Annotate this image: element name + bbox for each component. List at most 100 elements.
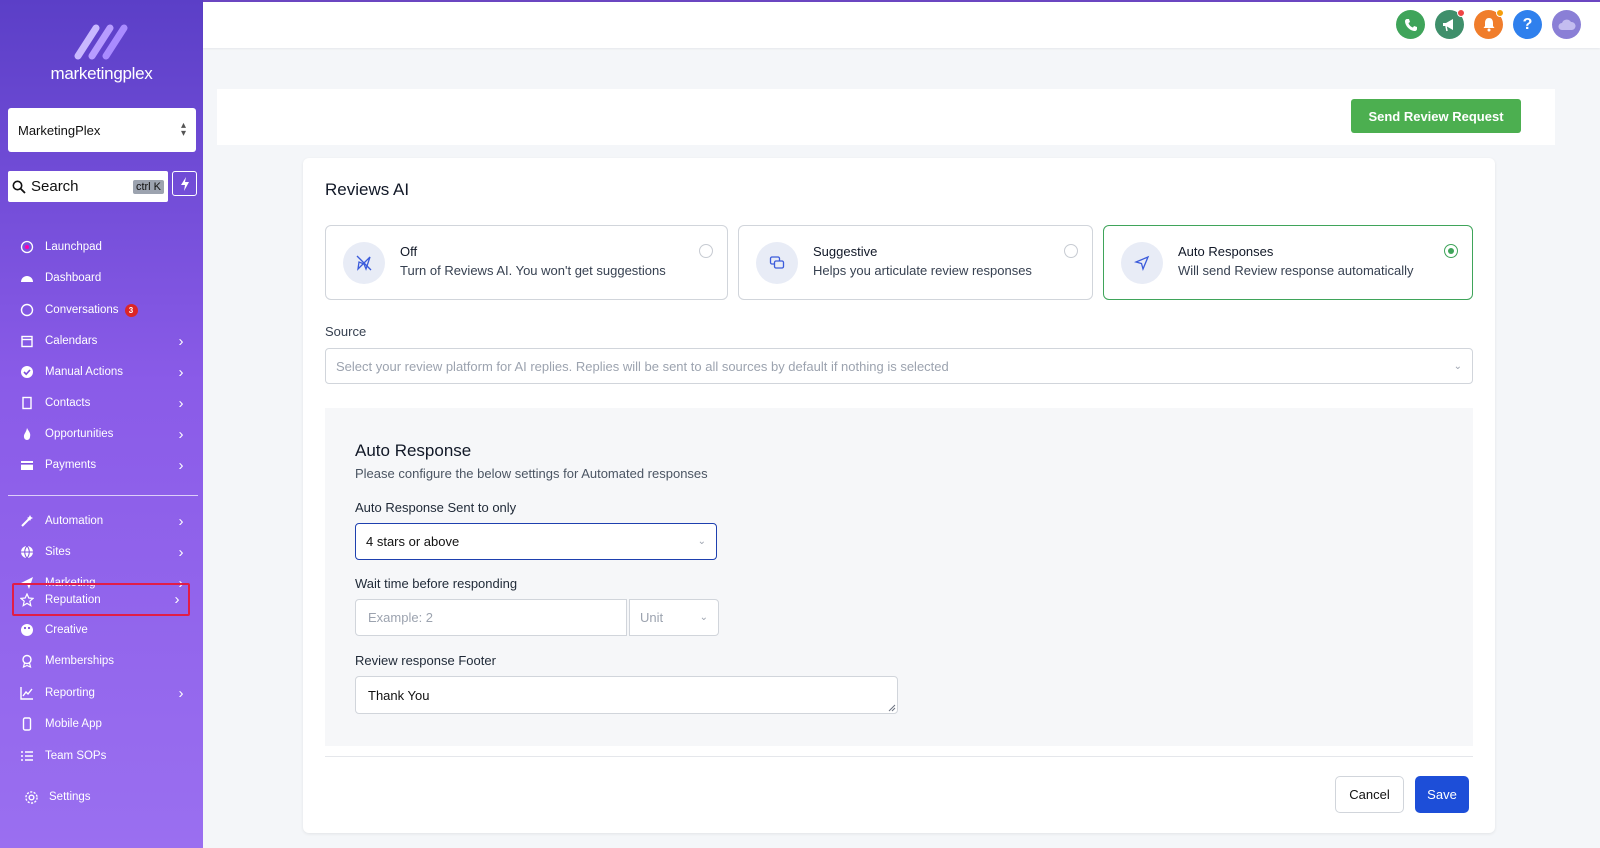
sidebar-item-automation[interactable]: Automation › — [14, 506, 192, 536]
phone-icon — [18, 715, 36, 733]
check-circle-icon — [18, 363, 36, 381]
option-description: Will send Review response automatically — [1178, 263, 1414, 278]
sent-to-label: Auto Response Sent to only — [355, 500, 517, 515]
chevron-right-icon: › — [178, 543, 184, 561]
sidebar-item-reputation[interactable]: Reputation › — [12, 583, 190, 616]
auto-response-title: Auto Response — [355, 441, 472, 460]
flame-icon — [18, 425, 36, 443]
option-auto-responses[interactable]: Auto Responses Will send Review response… — [1103, 225, 1473, 300]
footer-divider — [325, 756, 1473, 757]
reviews-ai-card: Reviews AI Off Turn of Reviews AI. You w… — [303, 158, 1495, 833]
chat-bubbles-icon — [756, 242, 798, 284]
sidebar-item-team-sops[interactable]: Team SOPs — [14, 741, 192, 771]
sidebar-item-launchpad[interactable]: Launchpad — [14, 232, 192, 262]
search-shortcut: ctrl K — [132, 179, 164, 194]
chevron-down-icon: ⌄ — [697, 536, 706, 547]
source-select[interactable]: Select your review platform for AI repli… — [325, 348, 1473, 384]
send-review-request-button[interactable]: Send Review Request — [1351, 99, 1521, 133]
account-switcher[interactable]: MarketingPlex ▴ ▾ — [8, 108, 196, 152]
option-off[interactable]: Off Turn of Reviews AI. You won't get su… — [325, 225, 728, 300]
footer-textarea[interactable]: Thank You — [355, 676, 898, 714]
resize-handle-icon[interactable] — [888, 704, 896, 712]
wait-time-input[interactable]: Example: 2 — [355, 599, 627, 636]
notification-dot — [1457, 9, 1465, 17]
sidebar-item-sites[interactable]: Sites › — [14, 537, 192, 567]
palette-icon — [18, 621, 36, 639]
notification-dot — [1496, 9, 1504, 17]
gauge-icon — [18, 269, 36, 287]
sidebar-item-calendars[interactable]: Calendars › — [14, 326, 192, 356]
option-title: Auto Responses — [1178, 244, 1274, 259]
quick-action-button[interactable] — [172, 171, 197, 196]
account-name: MarketingPlex — [18, 122, 101, 138]
footer-value: Thank You — [368, 687, 430, 703]
sidebar: marketingplex MarketingPlex ▴ ▾ Search ct… — [0, 0, 203, 848]
sidebar-item-memberships[interactable]: Memberships — [14, 646, 192, 676]
source-label: Source — [325, 324, 367, 339]
sidebar-divider — [8, 495, 198, 496]
contacts-icon — [18, 394, 36, 412]
sidebar-item-creative[interactable]: Creative — [14, 615, 192, 645]
sent-to-value: 4 stars or above — [366, 534, 460, 549]
notifications-button[interactable] — [1474, 9, 1504, 39]
save-button[interactable]: Save — [1415, 776, 1469, 813]
chevron-right-icon: › — [178, 394, 184, 412]
phone-icon — [1404, 18, 1417, 31]
card-icon — [18, 456, 36, 474]
source-placeholder: Select your review platform for AI repli… — [336, 358, 949, 374]
chevron-right-icon: › — [178, 332, 184, 350]
option-title: Suggestive — [813, 244, 878, 259]
radio-auto-responses[interactable] — [1444, 244, 1458, 258]
wait-time-label: Wait time before responding — [355, 576, 518, 591]
lightning-icon — [180, 176, 189, 191]
chevron-right-icon: › — [174, 591, 180, 608]
auto-response-panel: Auto Response Please configure the below… — [325, 408, 1473, 746]
radio-off[interactable] — [699, 244, 713, 258]
cancel-button[interactable]: Cancel — [1335, 776, 1404, 813]
page-title: Reviews AI — [325, 180, 410, 199]
unread-badge: 3 — [124, 303, 138, 317]
chevron-down-icon: ⌄ — [699, 612, 708, 623]
action-bar: Send Review Request — [217, 89, 1555, 145]
chevron-down-icon: ⌄ — [1453, 360, 1462, 372]
sidebar-item-conversations[interactable]: Conversations 3 — [14, 295, 192, 325]
help-button[interactable]: ? — [1513, 10, 1542, 39]
sent-to-select[interactable]: 4 stars or above ⌄ — [355, 523, 717, 560]
bell-icon — [1483, 18, 1494, 32]
rocket-icon — [18, 238, 36, 256]
wand-icon — [18, 512, 36, 530]
list-icon — [18, 747, 36, 765]
option-suggestive[interactable]: Suggestive Helps you articulate review r… — [738, 225, 1093, 300]
updown-chevron-icon: ▴ ▾ — [180, 120, 186, 139]
top-bar: ? — [203, 0, 1600, 48]
sidebar-item-dashboard[interactable]: Dashboard — [14, 263, 192, 293]
search-box[interactable]: Search ctrl K — [8, 171, 168, 202]
star-icon — [18, 591, 36, 609]
sidebar-item-opportunities[interactable]: Opportunities › — [14, 419, 192, 449]
sidebar-item-payments[interactable]: Payments › — [14, 450, 192, 480]
avatar[interactable] — [1552, 10, 1581, 39]
sidebar-item-contacts[interactable]: Contacts › — [14, 388, 192, 418]
sidebar-item-manual-actions[interactable]: Manual Actions › — [14, 357, 192, 387]
option-description: Turn of Reviews AI. You won't get sugges… — [400, 263, 666, 278]
brand-name: marketingplex — [50, 64, 153, 83]
chart-icon — [18, 684, 36, 702]
announcements-button[interactable] — [1435, 9, 1465, 39]
sidebar-item-reporting[interactable]: Reporting › — [14, 678, 192, 708]
brand-logo[interactable]: marketingplex — [0, 22, 203, 84]
sidebar-item-mobile-app[interactable]: Mobile App — [14, 709, 192, 739]
option-description: Helps you articulate review responses — [813, 263, 1032, 278]
chevron-right-icon: › — [178, 425, 184, 443]
phone-call-button[interactable] — [1396, 10, 1425, 39]
gear-icon — [22, 788, 40, 806]
unit-select[interactable]: Unit ⌄ — [629, 599, 719, 636]
radio-suggestive[interactable] — [1064, 244, 1078, 258]
sidebar-item-settings[interactable]: Settings — [18, 782, 196, 812]
unit-placeholder: Unit — [640, 610, 664, 625]
calendar-icon — [18, 332, 36, 350]
avatar-cloud-icon — [1558, 19, 1576, 30]
chevron-right-icon: › — [178, 684, 184, 702]
paper-plane-icon — [1121, 242, 1163, 284]
globe-icon — [18, 543, 36, 561]
chat-icon — [18, 301, 36, 319]
